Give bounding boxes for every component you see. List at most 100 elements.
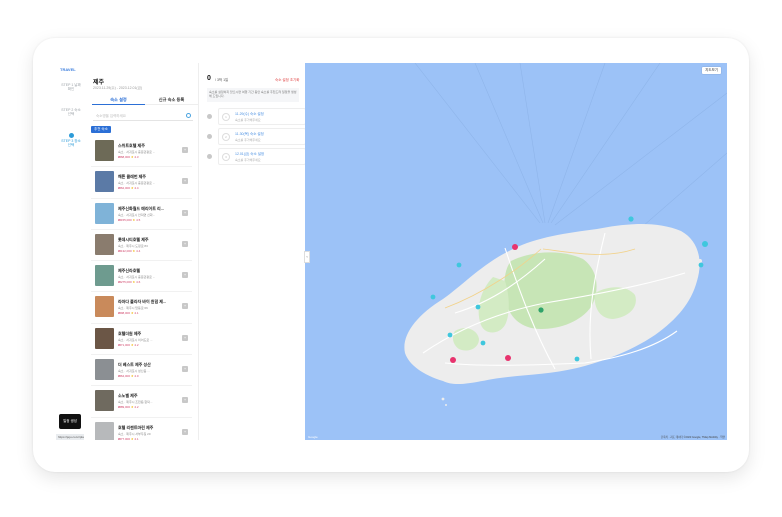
- lodging-thumbnail[interactable]: [95, 265, 114, 287]
- tab-new-lodging[interactable]: 신규 숙소 등록: [145, 95, 198, 105]
- lodging-tabs: 숙소 설정 신규 숙소 등록: [92, 95, 198, 105]
- marker-cyan[interactable]: [702, 241, 708, 247]
- marker-pink[interactable]: [450, 357, 456, 363]
- slot-title: 12.01(금) 숙소 설정: [235, 152, 265, 156]
- add-icon[interactable]: +: [182, 209, 188, 216]
- lodging-card[interactable]: 호텔 리젠트마린 제주 숙소 · 제주시 서부두길 20 ₩77,000 ★ 4.1…: [91, 418, 192, 440]
- lodging-card[interactable]: 스위트호텔 제주 숙소 · 서귀포시 중문관광로 ... ₩68,000 ★ 4.3…: [91, 136, 192, 168]
- slot-subtitle: 숙소를 추가해주세요: [235, 118, 261, 122]
- marker-green[interactable]: [538, 307, 544, 313]
- lodging-title: 라마다 플라자 바이 윈덤 제...: [118, 299, 167, 305]
- add-icon[interactable]: +: [182, 147, 188, 153]
- add-icon[interactable]: +: [182, 272, 188, 279]
- marker-pink[interactable]: [505, 355, 511, 361]
- star-icon: ★: [132, 217, 136, 222]
- add-icon[interactable]: +: [182, 366, 188, 373]
- lodging-address: 숙소 · 서귀포시 중문관광로 ...: [118, 275, 156, 280]
- lodging-thumbnail[interactable]: [95, 296, 114, 318]
- lodging-slot[interactable]: 2 11.30(목) 숙소 설정 숙소를 추가해주세요: [207, 128, 306, 145]
- lodging-address: 숙소 · 제주시 탑동로 66: [118, 306, 148, 311]
- lodging-card[interactable]: 제주신화월드 메리어트 리... 숙소 · 서귀포시 안덕면 신화... ₩155,…: [91, 199, 192, 230]
- tab-lodging-settings[interactable]: 숙소 설정: [92, 95, 145, 105]
- lodging-address: 숙소 · 서귀포시 이어도로 ...: [118, 337, 153, 342]
- lodging-price: ₩64,000: [118, 374, 131, 379]
- marker-cyan[interactable]: [480, 340, 486, 346]
- rail-step-1[interactable]: STEP 1 날짜 확인: [60, 83, 82, 91]
- lodging-address: 숙소 · 제주시 조천읍 함덕...: [118, 400, 153, 405]
- star-icon: ★: [132, 248, 136, 253]
- rail-step-3[interactable]: STEP 3 장소 선택: [60, 133, 82, 147]
- map-view[interactable]: 지도보기 Google 단축키 · 지도 데이터 ©2023 Google, T…: [305, 63, 727, 440]
- lodging-card[interactable]: 롯데시티호텔 제주 숙소 · 제주시 도령로 83 ₩132,000 ★ 4.4 +: [91, 230, 192, 262]
- marker-cyan[interactable]: [475, 304, 481, 310]
- lodging-title: 제주신화월드 메리어트 리...: [118, 205, 165, 211]
- marker-pink[interactable]: [512, 244, 518, 250]
- marker-cyan[interactable]: [447, 332, 453, 338]
- lodging-thumbnail[interactable]: [95, 171, 114, 193]
- jeju-map[interactable]: [305, 63, 727, 440]
- lodging-meta: ₩275,000 ★ 4.6: [118, 280, 140, 284]
- add-icon[interactable]: +: [182, 303, 188, 310]
- lodging-card[interactable]: 호텔더원 제주 숙소 · 서귀포시 이어도로 ... ₩71,000 ★ 4.2 +: [91, 324, 192, 356]
- reset-lodging-button[interactable]: 숙소 설정 초기화: [275, 78, 300, 83]
- lodging-card[interactable]: 더 베스트 제주 성산 숙소 · 서귀포시 성산읍 ... ₩64,000 ★ 4.…: [91, 355, 192, 387]
- location-pin-icon: [68, 133, 74, 138]
- filter-chip[interactable]: 추천 숙소: [91, 126, 111, 133]
- marker-cyan[interactable]: [628, 216, 634, 222]
- lodging-title: 소노벨 제주: [118, 393, 138, 399]
- lodging-thumbnail[interactable]: [95, 233, 114, 255]
- slot-box[interactable]: 1 11.29(수) 숙소 설정 숙소를 추가해주세요: [218, 108, 306, 125]
- lodging-slot[interactable]: 3 12.01(금) 숙소 설정 숙소를 추가해주세요: [207, 148, 306, 165]
- lodging-thumbnail[interactable]: [95, 202, 114, 224]
- slot-box[interactable]: 2 11.30(목) 숙소 설정 숙소를 추가해주세요: [218, 128, 306, 145]
- lodging-address: 숙소 · 제주시 도령로 83: [118, 243, 148, 248]
- lodging-price: ₩98,000: [118, 311, 131, 316]
- marker-cyan[interactable]: [430, 294, 436, 300]
- slot-number: 1: [222, 113, 230, 121]
- map-attribution[interactable]: 단축키 · 지도 데이터 ©2023 Google, TMap Mobility…: [661, 435, 725, 439]
- lodging-rating: 4.1: [134, 311, 139, 316]
- lodging-card[interactable]: 소노벨 제주 숙소 · 제주시 조천읍 함덕... ₩89,000 ★ 4.2 +: [91, 386, 192, 418]
- add-icon[interactable]: +: [182, 334, 188, 341]
- lodging-thumbnail[interactable]: [95, 359, 114, 381]
- marker-cyan[interactable]: [456, 262, 462, 268]
- star-icon: ★: [132, 280, 136, 285]
- lodging-thumbnail[interactable]: [95, 140, 114, 161]
- lodging-thumbnail[interactable]: [95, 421, 114, 440]
- left-rail: TRAVEL STEP 1 날짜 확인 STEP 2 숙소 선택 STEP 3 …: [56, 63, 126, 440]
- lodging-price: ₩77,000: [118, 436, 131, 440]
- lodging-card[interactable]: 라마다 플라자 바이 윈덤 제... 숙소 · 제주시 탑동로 66 ₩98,000…: [91, 292, 192, 324]
- add-icon[interactable]: +: [182, 397, 188, 404]
- search-icon[interactable]: [186, 113, 191, 118]
- lodging-card[interactable]: 제주신라호텔 숙소 · 서귀포시 중문관광로 ... ₩275,000 ★ 4.6 +: [91, 261, 192, 293]
- lodging-card[interactable]: 해튼 클래번 제주 숙소 · 서귀포시 중문관광로 ... ₩62,000 ★ 4.…: [91, 167, 192, 199]
- lodging-thumbnail[interactable]: [95, 390, 114, 412]
- map-view-button[interactable]: 지도보기: [702, 67, 721, 74]
- google-logo: Google: [308, 435, 318, 439]
- slot-number: 3: [222, 153, 230, 161]
- search-bar[interactable]: 숙소명을 입력하세요: [93, 112, 193, 121]
- add-icon[interactable]: +: [182, 240, 188, 247]
- lodging-rating: 4.1: [134, 436, 139, 440]
- islet: [441, 397, 445, 401]
- lodging-slot[interactable]: 1 11.29(수) 숙소 설정 숙소를 추가해주세요: [207, 108, 306, 125]
- add-icon[interactable]: +: [182, 178, 188, 185]
- lodging-price: ₩62,000: [118, 186, 131, 191]
- lodging-address: 숙소 · 서귀포시 중문관광로 ...: [118, 181, 156, 186]
- day-count: 0: [207, 75, 211, 82]
- lodging-meta: ₩155,000 ★ 4.5: [118, 218, 140, 222]
- marker-cyan[interactable]: [574, 356, 580, 362]
- add-icon[interactable]: +: [182, 428, 188, 435]
- rail-step-2[interactable]: STEP 2 숙소 선택: [60, 108, 82, 116]
- slot-box[interactable]: 3 12.01(금) 숙소 설정 숙소를 추가해주세요: [218, 148, 306, 165]
- collapse-panel-button[interactable]: ‹: [304, 251, 310, 263]
- marker-cyan[interactable]: [698, 262, 704, 268]
- lodging-address: 숙소 · 서귀포시 안덕면 신화...: [118, 212, 156, 217]
- lodging-rating: 4.2: [134, 405, 139, 410]
- lodging-rating: 4.6: [136, 280, 141, 285]
- city-title: 제주: [93, 80, 105, 86]
- lodging-thumbnail[interactable]: [95, 327, 114, 349]
- app-logo[interactable]: TRAVEL: [60, 67, 76, 72]
- search-input[interactable]: 숙소명을 입력하세요: [96, 114, 126, 119]
- create-schedule-button[interactable]: 일정 생성: [59, 414, 81, 429]
